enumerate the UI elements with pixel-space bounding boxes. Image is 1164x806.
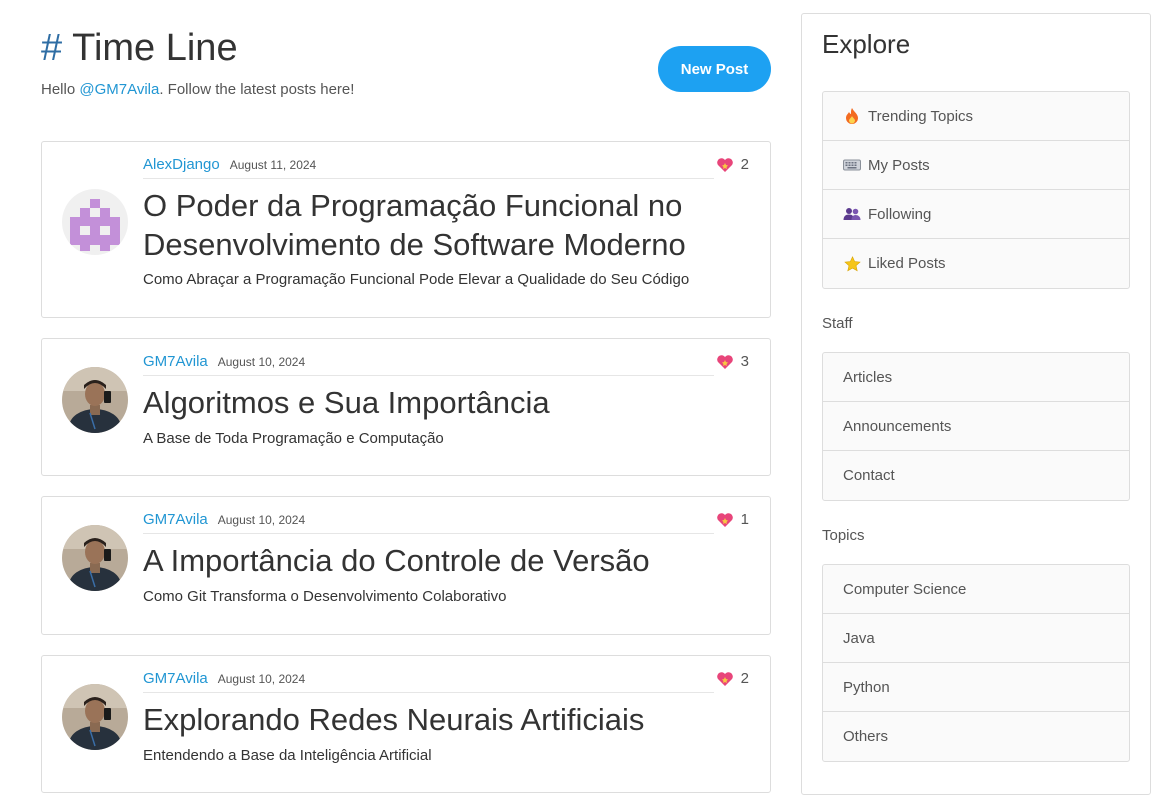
sidebar-item-java[interactable]: Java <box>823 614 1129 663</box>
staff-list: Articles Announcements Contact <box>822 352 1130 501</box>
like-button[interactable]: 2 <box>716 670 749 687</box>
page-title: # Time Line <box>41 27 238 70</box>
post-card[interactable]: GM7Avila August 10, 2024 3 Algoritmos e S… <box>41 338 771 476</box>
post-subtitle: Entendendo a Base da Inteligência Artifi… <box>143 747 432 764</box>
post-author-link[interactable]: GM7Avila <box>143 511 208 528</box>
user-photo-avatar-icon <box>62 525 128 591</box>
sidebar-item-label: Liked Posts <box>868 255 946 272</box>
sidebar-item-label: Trending Topics <box>868 107 974 125</box>
avatar[interactable] <box>62 684 128 750</box>
page-title-text: Time Line <box>72 27 238 69</box>
sidebar-item-liked-posts[interactable]: Liked Posts <box>823 239 1129 288</box>
sidebar-title: Explore <box>822 29 911 59</box>
post-meta: AlexDjango August 11, 2024 <box>143 156 714 179</box>
sidebar-item-announcements[interactable]: Announcements <box>823 402 1129 451</box>
sidebar-item-computer-science[interactable]: Computer Science <box>823 565 1129 614</box>
greeting-text: Hello @GM7Avila. Follow the latest posts… <box>41 81 354 98</box>
sidebar-item-trending-topics[interactable]: Trending Topics <box>823 92 1129 141</box>
sidebar-item-label: My Posts <box>868 156 930 174</box>
post-title[interactable]: Algoritmos e Sua Importância <box>143 383 730 422</box>
fire-icon <box>843 107 861 125</box>
sidebar-item-my-posts[interactable]: My Posts <box>823 141 1129 190</box>
user-photo-avatar-icon <box>62 367 128 433</box>
identicon-avatar-icon <box>62 189 128 255</box>
like-count: 2 <box>740 670 749 687</box>
post-date: August 10, 2024 <box>217 355 306 369</box>
post-subtitle: Como Git Transforma o Desenvolvimento Co… <box>143 588 507 605</box>
keyboard-icon <box>843 156 861 174</box>
staff-section-label: Staff <box>822 315 853 332</box>
greeting-suffix: . Follow the latest posts here! <box>159 81 355 98</box>
post-date: August 11, 2024 <box>229 158 317 172</box>
post-subtitle: Como Abraçar a Programação Funcional Pod… <box>143 271 690 288</box>
post-meta: GM7Avila August 10, 2024 <box>143 670 714 693</box>
user-handle-link[interactable]: @GM7Avila <box>79 81 159 98</box>
heart-icon <box>716 354 733 369</box>
heart-icon <box>716 157 733 172</box>
sidebar-item-articles[interactable]: Articles <box>823 353 1129 402</box>
heart-icon <box>716 671 733 686</box>
post-date: August 10, 2024 <box>217 672 306 686</box>
sidebar-item-others[interactable]: Others <box>823 712 1129 761</box>
post-date: August 10, 2024 <box>217 513 306 527</box>
post-card[interactable]: GM7Avila August 10, 2024 1 A Importância … <box>41 496 771 635</box>
people-icon <box>843 205 861 223</box>
post-title[interactable]: Explorando Redes Neurais Artificiais <box>143 700 730 739</box>
post-subtitle: A Base de Toda Programação e Computação <box>143 430 444 447</box>
star-icon <box>843 255 861 273</box>
hash-icon: # <box>41 27 63 69</box>
post-card[interactable]: AlexDjango August 11, 2024 2 O Poder da P… <box>41 141 771 318</box>
avatar[interactable] <box>62 367 128 433</box>
new-post-button[interactable]: New Post <box>658 46 771 92</box>
post-author-link[interactable]: AlexDjango <box>143 156 220 173</box>
explore-list: Trending Topics My Posts Following Liked… <box>822 91 1130 289</box>
topics-section-label: Topics <box>822 527 865 544</box>
post-meta: GM7Avila August 10, 2024 <box>143 511 714 534</box>
like-button[interactable]: 3 <box>716 353 749 370</box>
like-button[interactable]: 2 <box>716 156 749 173</box>
like-button[interactable]: 1 <box>716 511 749 528</box>
topics-list: Computer Science Java Python Others <box>822 564 1130 762</box>
post-author-link[interactable]: GM7Avila <box>143 353 208 370</box>
post-meta: GM7Avila August 10, 2024 <box>143 353 714 376</box>
sidebar-item-label: Following <box>868 205 932 223</box>
post-author-link[interactable]: GM7Avila <box>143 670 208 687</box>
like-count: 1 <box>740 511 749 528</box>
like-count: 2 <box>740 156 749 173</box>
like-count: 3 <box>740 353 749 370</box>
post-title[interactable]: A Importância do Controle de Versão <box>143 541 730 580</box>
sidebar-item-following[interactable]: Following <box>823 190 1129 239</box>
explore-sidebar: Explore Trending Topics My Posts Followi… <box>801 13 1151 795</box>
post-title[interactable]: O Poder da Programação Funcional no Dese… <box>143 186 730 264</box>
sidebar-item-contact[interactable]: Contact <box>823 451 1129 500</box>
user-photo-avatar-icon <box>62 684 128 750</box>
sidebar-item-python[interactable]: Python <box>823 663 1129 712</box>
heart-icon <box>716 512 733 527</box>
avatar[interactable] <box>62 189 128 255</box>
greeting-prefix: Hello <box>41 81 76 98</box>
avatar[interactable] <box>62 525 128 591</box>
post-card[interactable]: GM7Avila August 10, 2024 2 Explorando Red… <box>41 655 771 793</box>
